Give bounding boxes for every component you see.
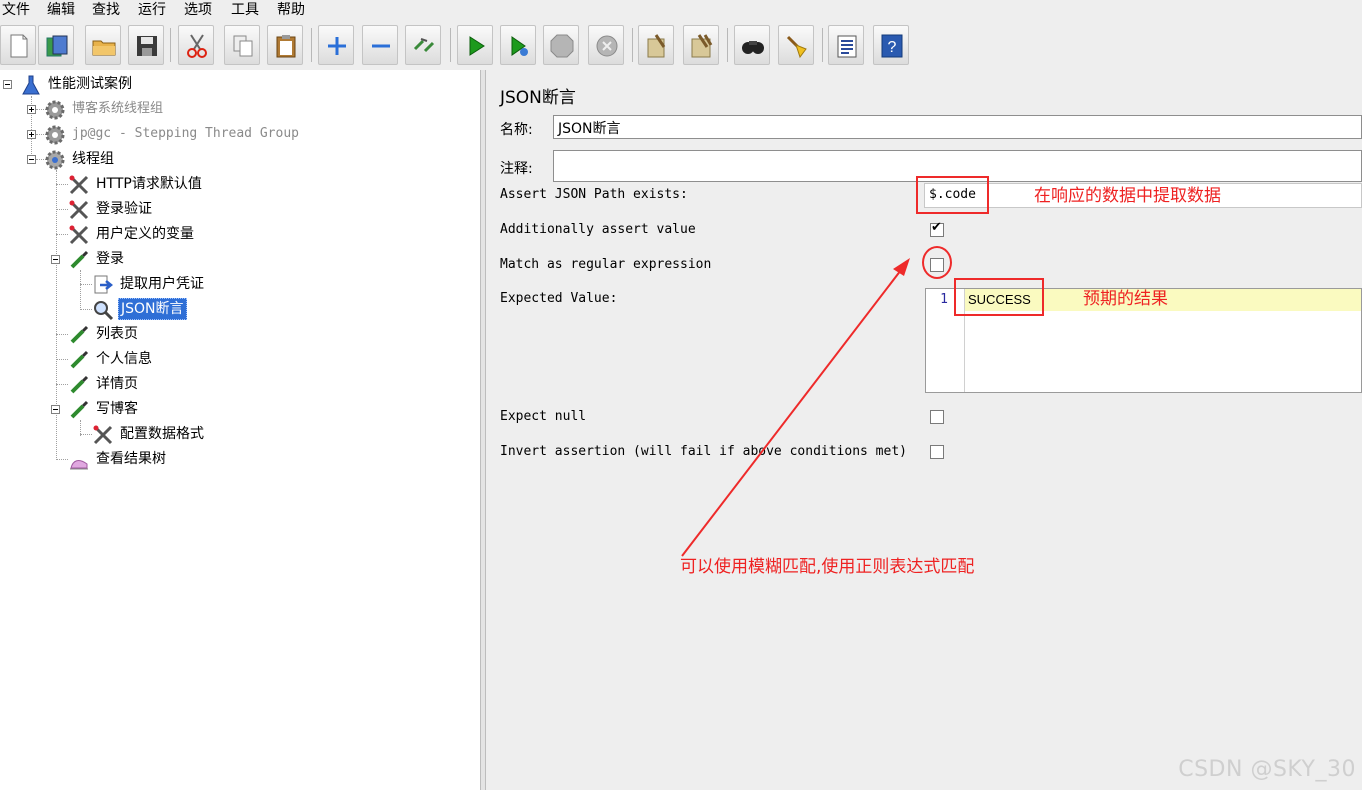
menu-search[interactable]: 查找	[92, 1, 120, 19]
expand-button[interactable]	[318, 25, 354, 65]
clear-all-icon	[691, 34, 713, 58]
collapse-icon	[372, 44, 390, 48]
reset-search-button[interactable]	[778, 25, 814, 65]
expand-group2-toggle[interactable]	[27, 130, 36, 139]
extract-annotation: 在响应的数据中提取数据	[1034, 186, 1221, 206]
name-field-value: JSON断言	[558, 121, 621, 137]
pipette-icon	[70, 325, 89, 344]
extractor-icon	[94, 275, 114, 294]
name-label: 名称:	[500, 122, 533, 138]
expand-icon	[328, 37, 346, 55]
json-path-label: Assert JSON Path exists:	[500, 187, 688, 202]
menu-edit[interactable]: 编辑	[47, 1, 75, 19]
cut-icon	[187, 34, 207, 58]
collapse-group3-toggle[interactable]	[27, 155, 36, 164]
open-icon	[92, 40, 116, 56]
menu-run[interactable]: 运行	[138, 1, 166, 19]
watermark: CSDN @SKY_30	[1178, 757, 1356, 782]
expected-annotation: 预期的结果	[1083, 289, 1168, 309]
expected-value-label: Expected Value:	[500, 291, 618, 306]
additionally-assert-label: Additionally assert value	[500, 222, 696, 237]
menu-options[interactable]: 选项	[184, 1, 212, 19]
gear-icon	[45, 125, 65, 145]
panel-title: JSON断言	[500, 88, 576, 108]
gear-icon	[45, 150, 65, 170]
save-icon	[137, 36, 157, 56]
help-icon: ?	[881, 34, 903, 58]
paste-button[interactable]	[267, 25, 303, 65]
expect-null-label: Expect null	[500, 409, 587, 424]
shutdown-icon	[596, 35, 618, 57]
collapse-login-toggle[interactable]	[51, 255, 60, 264]
stop-icon	[550, 34, 574, 58]
clear-icon	[647, 34, 666, 58]
pipette-icon	[70, 400, 89, 419]
results-tree-icon	[70, 460, 88, 470]
paste-icon	[276, 35, 296, 58]
comment-label: 注释:	[500, 161, 533, 177]
help-button[interactable]: ?	[873, 25, 909, 65]
start-no-pause-button[interactable]	[500, 25, 536, 65]
name-field[interactable]: JSON断言	[553, 115, 1362, 139]
wrench-icon	[69, 175, 89, 195]
expected-value-highlight-box	[954, 278, 1044, 316]
match-regex-label: Match as regular expression	[500, 257, 712, 272]
templates-button[interactable]	[38, 25, 74, 65]
svg-text:?: ?	[888, 39, 897, 56]
stop-button[interactable]	[543, 25, 579, 65]
gear-icon	[45, 100, 65, 120]
search-icon	[742, 41, 764, 54]
menu-help[interactable]: 帮助	[277, 1, 305, 19]
start-icon	[469, 36, 485, 56]
shutdown-button[interactable]	[588, 25, 624, 65]
toolbar: ?	[0, 22, 1362, 69]
wrench-icon	[93, 425, 113, 445]
start-no-pause-icon	[511, 36, 528, 56]
clear-button[interactable]	[638, 25, 674, 65]
function-helper-button[interactable]	[828, 25, 864, 65]
new-icon	[10, 34, 28, 58]
pipette-icon	[70, 250, 89, 269]
search-button[interactable]	[734, 25, 770, 65]
menu-file[interactable]: 文件	[2, 1, 30, 19]
expect-null-checkbox[interactable]	[930, 410, 944, 424]
reset-search-icon	[786, 35, 807, 59]
magnifier-icon	[94, 301, 114, 321]
test-plan-icon	[22, 75, 40, 95]
fuzzy-match-annotation: 可以使用模糊匹配,使用正则表达式匹配	[680, 557, 975, 577]
new-button[interactable]	[0, 25, 36, 65]
json-path-highlight-box	[916, 176, 989, 214]
clear-all-button[interactable]	[683, 25, 719, 65]
collapse-root-toggle[interactable]	[3, 80, 12, 89]
panel-splitter[interactable]	[480, 70, 486, 790]
collapse-button[interactable]	[362, 25, 398, 65]
copy-icon	[233, 35, 253, 57]
regex-checkbox-highlight-circle	[922, 246, 952, 279]
invert-assertion-label: Invert assertion (will fail if above con…	[500, 444, 907, 459]
wrench-icon	[69, 200, 89, 220]
collapse-write-blog-toggle[interactable]	[51, 405, 60, 414]
pipette-icon	[70, 375, 89, 394]
toggle-button[interactable]	[405, 25, 441, 65]
function-helper-icon	[837, 35, 857, 58]
save-button[interactable]	[128, 25, 164, 65]
line-number: 1	[940, 292, 948, 307]
open-button[interactable]	[85, 25, 121, 65]
pipette-icon	[70, 350, 89, 369]
invert-assertion-checkbox[interactable]	[930, 445, 944, 459]
menu-bar: 文件 编辑 查找 运行 选项 工具 帮助	[0, 0, 1362, 20]
menu-tools[interactable]: 工具	[231, 1, 259, 19]
copy-button[interactable]	[224, 25, 260, 65]
expand-group1-toggle[interactable]	[27, 105, 36, 114]
cut-button[interactable]	[178, 25, 214, 65]
toggle-icon	[413, 38, 435, 53]
templates-icon	[46, 35, 68, 57]
additionally-assert-checkbox[interactable]	[930, 220, 944, 237]
wrench-icon	[69, 225, 89, 245]
start-button[interactable]	[457, 25, 493, 65]
test-plan-tree: 性能测试案例 博客系统线程组 jp@gc - Stepping Thread G…	[0, 70, 480, 790]
